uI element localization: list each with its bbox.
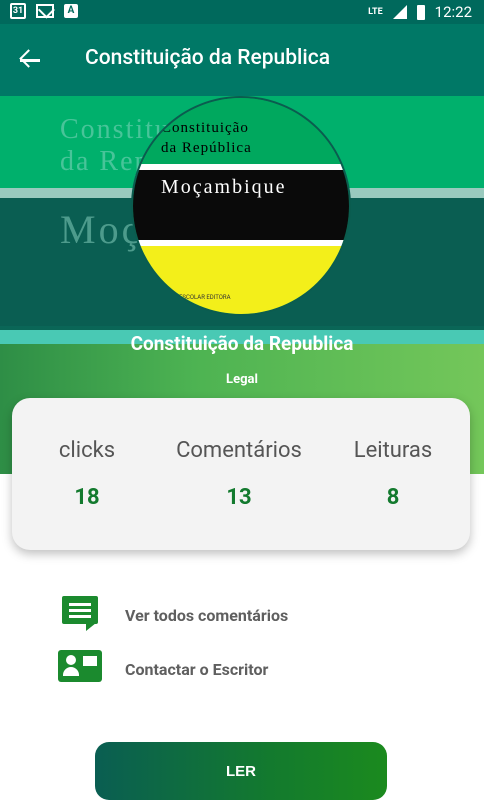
app-bar: Constituição da Republica <box>0 24 484 96</box>
book-cover-image: Constituição da República Moçambique ESC… <box>131 96 351 316</box>
calendar-icon: 31 <box>10 3 26 19</box>
network-type: LTE <box>368 7 383 17</box>
stat-value: 13 <box>226 485 252 510</box>
clock: 12:22 <box>434 3 472 21</box>
contact-writer-row[interactable]: Contactar o Escritor <box>58 650 438 690</box>
cover-publisher: ESCOLAR EDITORA <box>179 294 231 301</box>
mail-icon <box>36 4 54 18</box>
read-button[interactable]: LER <box>95 742 387 800</box>
back-arrow-icon[interactable] <box>18 46 46 74</box>
view-comments-label: Ver todos comentários <box>125 606 289 625</box>
stat-label: Leituras <box>353 438 433 463</box>
view-comments-row[interactable]: Ver todos comentários <box>58 596 438 636</box>
status-bar: 31 A LTE 12:22 <box>0 0 484 24</box>
stat-value: 8 <box>386 485 400 510</box>
stat-comments: Comentários 13 <box>164 438 314 510</box>
stat-label: Comentários <box>176 438 302 463</box>
cover-country: Moçambique <box>161 176 287 198</box>
cover-title-line1: Constituição <box>161 120 249 136</box>
battery-icon <box>416 4 425 20</box>
book-title: Constituição da Republica <box>130 332 354 355</box>
signal-icon <box>392 5 407 19</box>
stat-reads: Leituras 8 <box>318 438 468 510</box>
cover-title-line2: da República <box>161 140 252 156</box>
app-notification-icon: A <box>64 4 78 18</box>
stat-label: clicks <box>58 438 116 463</box>
stats-card: clicks 18 Comentários 13 Leituras 8 <box>12 398 470 550</box>
book-category: Legal <box>226 372 258 387</box>
contact-card-icon <box>58 650 102 682</box>
stat-value: 18 <box>74 485 100 510</box>
stat-clicks: clicks 18 <box>12 438 162 510</box>
contact-writer-label: Contactar o Escritor <box>125 660 269 679</box>
page-title: Constituição da Republica <box>85 46 331 70</box>
comment-icon <box>62 596 98 631</box>
